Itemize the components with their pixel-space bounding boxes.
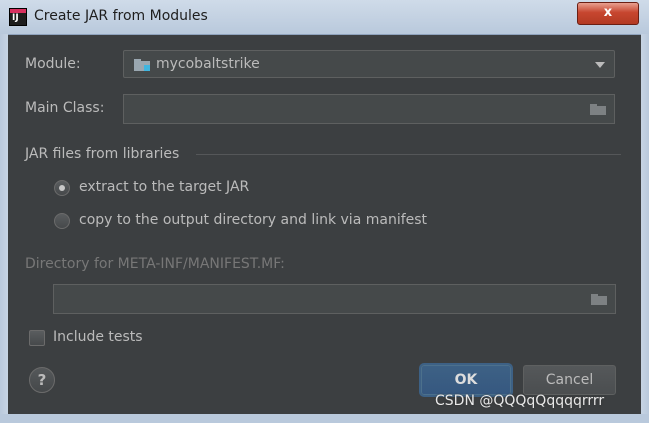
radio-selected-dot (59, 185, 65, 191)
include-tests-label[interactable]: Include tests (53, 329, 143, 345)
radio-extract[interactable] (54, 180, 70, 196)
manifest-dir-label: Directory for META-INF/MANIFEST.MF: (25, 256, 285, 272)
folder-icon[interactable] (591, 294, 607, 305)
title-bar: IJ Create JAR from Modules x (0, 0, 649, 35)
close-button[interactable]: x (577, 2, 639, 25)
section-divider (196, 154, 621, 155)
module-label: Module: (25, 56, 81, 72)
intellij-icon: IJ (9, 8, 27, 26)
ok-button[interactable]: OK (421, 365, 511, 395)
main-class-label: Main Class: (25, 100, 105, 116)
module-folder-icon (134, 59, 150, 71)
include-tests-checkbox[interactable] (29, 330, 45, 346)
dialog-content: Module: mycobaltstrike Main Class: JAR f… (8, 35, 641, 414)
close-icon: x (603, 5, 613, 20)
folder-icon[interactable] (590, 104, 606, 115)
window-frame-bottom (0, 414, 649, 423)
manifest-dir-field[interactable] (53, 284, 616, 314)
chevron-down-icon (595, 62, 605, 68)
main-class-field[interactable] (123, 94, 615, 124)
help-button[interactable]: ? (29, 367, 55, 393)
watermark: CSDN @QQQqQqqqqrrrr (435, 393, 605, 409)
cancel-button[interactable]: Cancel (523, 365, 616, 395)
window-title: Create JAR from Modules (34, 8, 208, 24)
radio-copy-link[interactable] (54, 213, 70, 229)
radio-copy-link-label[interactable]: copy to the output directory and link vi… (79, 212, 427, 228)
window-frame-left (0, 34, 8, 423)
jar-files-section-label: JAR files from libraries (25, 146, 180, 162)
window-frame-right (641, 34, 649, 423)
radio-extract-label[interactable]: extract to the target JAR (79, 179, 249, 195)
module-value: mycobaltstrike (156, 56, 260, 72)
module-dropdown[interactable]: mycobaltstrike (123, 50, 615, 78)
